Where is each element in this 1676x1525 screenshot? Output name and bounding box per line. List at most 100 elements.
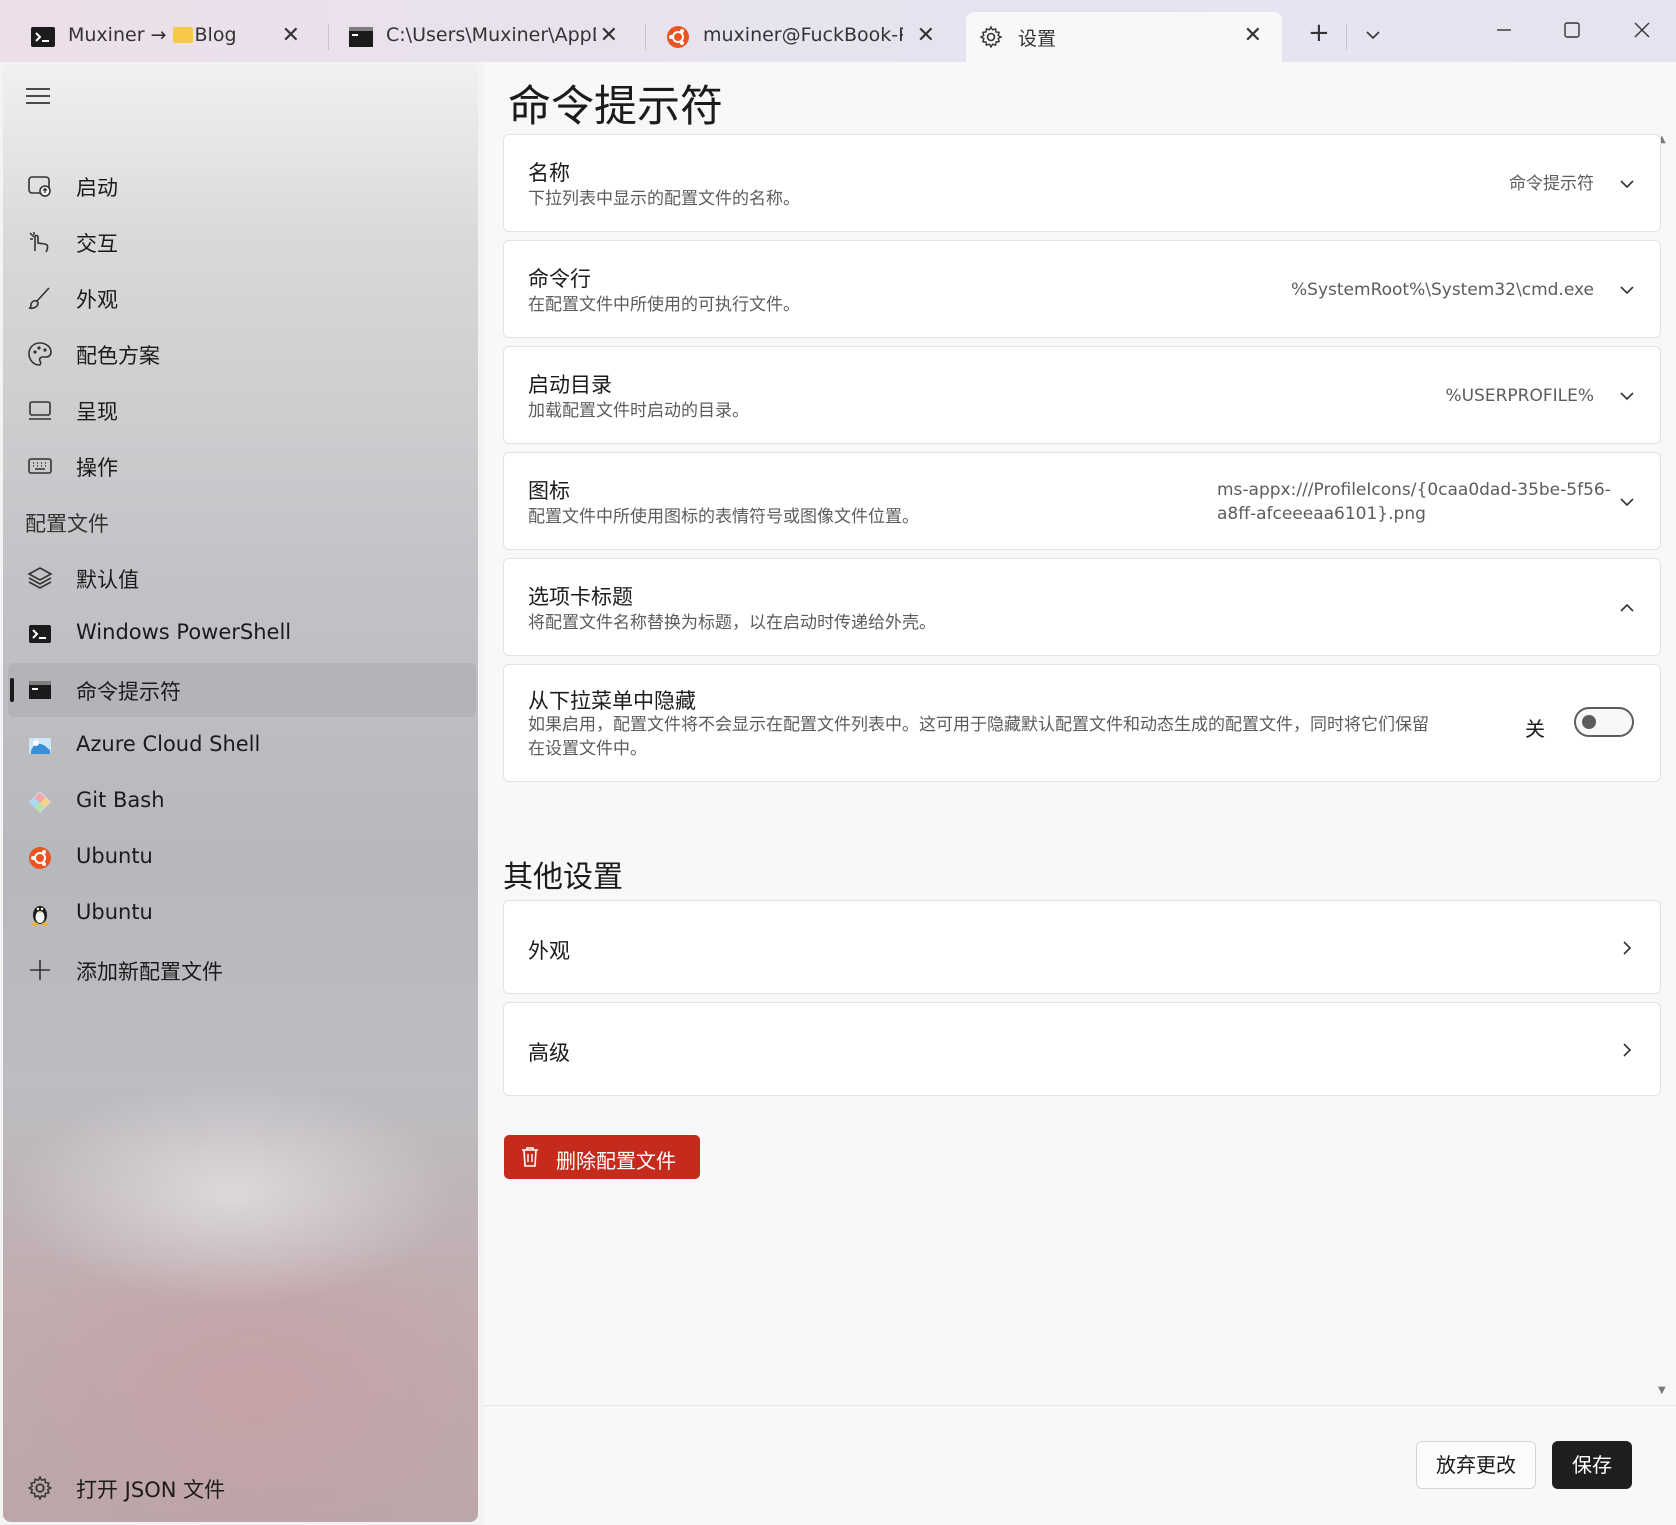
monitor-icon	[29, 401, 51, 420]
setting-name[interactable]: 名称 下拉列表中显示的配置文件的名称。 命令提示符	[503, 134, 1661, 232]
setting-title: 选项卡标题	[528, 585, 633, 609]
palette-icon	[28, 342, 52, 366]
tab-settings[interactable]: 设置 ✕	[966, 12, 1282, 62]
close-tab-icon[interactable]: ✕	[600, 23, 618, 48]
sidebar-item-azure-cloud-shell[interactable]: Azure Cloud Shell	[8, 719, 476, 773]
trash-icon	[522, 1147, 538, 1167]
setting-title: 高级	[528, 1041, 570, 1065]
sidebar-item-label: 交互	[76, 232, 118, 256]
sidebar-item-label: Azure Cloud Shell	[76, 732, 261, 756]
setting-description: 在配置文件中所使用的可执行文件。	[528, 295, 800, 315]
open-json-file-button[interactable]: 打开 JSON 文件	[8, 1461, 476, 1515]
page-title: 命令提示符	[508, 82, 723, 132]
setting-title: 命令行	[528, 267, 591, 291]
hamburger-menu-icon[interactable]	[23, 84, 53, 108]
sidebar-item-label: 默认值	[76, 568, 139, 592]
setting-description-line: 如果启用，配置文件将不会显示在配置文件列表中。这可用于隐藏默认配置文件和动态生成…	[528, 715, 1429, 735]
sidebar-item-label: Ubuntu	[76, 844, 153, 868]
settings-main: 命令提示符 ▲ 名称 下拉列表中显示的配置文件的名称。 命令提示符 命令行 在配…	[484, 62, 1676, 1525]
tab-powershell-blog[interactable]: Muxiner → Blog ✕	[2, 12, 320, 62]
chevron-right-icon	[1623, 941, 1632, 955]
tab-label: Muxiner → Blog	[68, 24, 237, 46]
toggle-state-label: 关	[1525, 717, 1545, 741]
new-tab-button[interactable]: +	[1308, 18, 1330, 48]
setting-title: 名称	[528, 161, 570, 185]
interaction-icon	[29, 232, 49, 253]
chevron-down-icon	[1620, 392, 1634, 401]
profiles-header: 配置文件	[25, 512, 109, 536]
setting-value-line: ms-appx:///ProfileIcons/{0caa0dad-35be-5…	[1217, 480, 1611, 500]
keyboard-icon	[28, 458, 52, 474]
sidebar-item-appearance[interactable]: 外观	[8, 271, 476, 325]
sidebar-item-git-bash[interactable]: Git Bash	[8, 775, 476, 829]
close-tab-icon[interactable]: ✕	[917, 23, 935, 48]
discard-changes-button[interactable]: 放弃更改	[1416, 1441, 1536, 1489]
sidebar-item-defaults[interactable]: 默认值	[8, 551, 476, 605]
scroll-down-arrow-icon[interactable]: ▼	[1658, 1385, 1666, 1396]
setting-icon[interactable]: 图标 配置文件中所使用图标的表情符号或图像文件位置。 ms-appx:///Pr…	[503, 452, 1661, 550]
sidebar-item-add-profile[interactable]: 添加新配置文件	[8, 943, 476, 997]
tab-cmd[interactable]: C:\Users\Muxiner\AppDa ✕	[320, 12, 638, 62]
setting-starting-directory[interactable]: 启动目录 加载配置文件时启动的目录。 %USERPROFILE%	[503, 346, 1661, 444]
chevron-down-icon	[1620, 286, 1634, 295]
footer-divider	[484, 1405, 1676, 1406]
tab-ubuntu[interactable]: muxiner@FuckBook-Pro: ✕	[637, 12, 955, 62]
other-advanced[interactable]: 高级	[503, 1002, 1661, 1096]
sidebar-item-color-schemes[interactable]: 配色方案	[8, 327, 476, 381]
chevron-up-icon	[1620, 603, 1634, 612]
sidebar-item-label: 添加新配置文件	[76, 960, 223, 984]
close-icon	[1634, 22, 1650, 38]
tab-label: muxiner@FuckBook-Pro:	[703, 24, 903, 46]
gear-icon	[979, 25, 1003, 49]
ubuntu-icon	[29, 847, 51, 869]
sidebar-item-interaction[interactable]: 交互	[8, 215, 476, 269]
setting-description-line: 在设置文件中。	[528, 739, 647, 759]
setting-title: 启动目录	[528, 373, 612, 397]
plus-icon	[30, 960, 50, 980]
setting-command-line[interactable]: 命令行 在配置文件中所使用的可执行文件。 %SystemRoot%\System…	[503, 240, 1661, 338]
setting-title: 图标	[528, 479, 570, 503]
cmd-icon	[29, 681, 51, 699]
git-icon	[29, 791, 51, 813]
sidebar-item-command-prompt[interactable]: 命令提示符	[8, 663, 476, 717]
sidebar-item-label: 打开 JSON 文件	[76, 1478, 226, 1502]
sidebar-item-label: 命令提示符	[76, 680, 181, 704]
sidebar-item-ubuntu-linux[interactable]: Ubuntu	[8, 887, 476, 941]
title-bar: Muxiner → Blog ✕ C:\Users\Muxiner\AppDa …	[0, 0, 1676, 62]
hide-from-dropdown-toggle[interactable]	[1574, 707, 1634, 737]
linux-icon	[31, 906, 49, 926]
setting-description: 如果启用，配置文件将不会显示在配置文件列表中。这可用于隐藏默认配置文件和动态生成…	[528, 713, 1488, 761]
delete-profile-button[interactable]: 删除配置文件	[504, 1135, 700, 1179]
sidebar-item-windows-powershell[interactable]: Windows PowerShell	[8, 607, 476, 661]
sidebar-item-label: 操作	[76, 456, 118, 480]
close-window-button[interactable]	[1622, 14, 1662, 46]
selection-indicator	[10, 678, 14, 702]
setting-value: %SystemRoot%\System32\cmd.exe	[1291, 280, 1594, 300]
minimize-button[interactable]	[1484, 14, 1524, 46]
sidebar-item-ubuntu[interactable]: Ubuntu	[8, 831, 476, 885]
setting-tab-title[interactable]: 选项卡标题 将配置文件名称替换为标题，以在启动时传递给外壳。	[503, 558, 1661, 656]
sidebar-item-startup[interactable]: 启动	[8, 159, 476, 213]
layers-icon	[27, 567, 53, 589]
maximize-icon	[1564, 22, 1580, 38]
tab-separator	[1346, 24, 1347, 50]
setting-value: %USERPROFILE%	[1445, 386, 1594, 406]
sidebar-item-rendering[interactable]: 呈现	[8, 383, 476, 437]
maximize-button[interactable]	[1552, 14, 1592, 46]
sidebar-item-label: Git Bash	[76, 788, 165, 812]
other-appearance[interactable]: 外观	[503, 900, 1661, 994]
chevron-down-icon[interactable]	[1364, 26, 1382, 44]
close-tab-icon[interactable]: ✕	[1244, 23, 1262, 48]
chevron-down-icon	[1620, 180, 1634, 189]
powershell-icon	[29, 625, 51, 643]
save-button[interactable]: 保存	[1552, 1441, 1632, 1489]
chevron-down-icon	[1620, 498, 1634, 507]
close-tab-icon[interactable]: ✕	[282, 23, 300, 48]
sidebar-item-label: Windows PowerShell	[76, 620, 292, 644]
chevron-right-icon	[1623, 1043, 1632, 1057]
minimize-icon	[1497, 29, 1511, 31]
setting-title: 从下拉菜单中隐藏	[528, 689, 696, 713]
sidebar-item-actions[interactable]: 操作	[8, 439, 476, 493]
tab-label: C:\Users\Muxiner\AppDa	[386, 24, 596, 46]
sidebar-item-label: 呈现	[76, 400, 118, 424]
